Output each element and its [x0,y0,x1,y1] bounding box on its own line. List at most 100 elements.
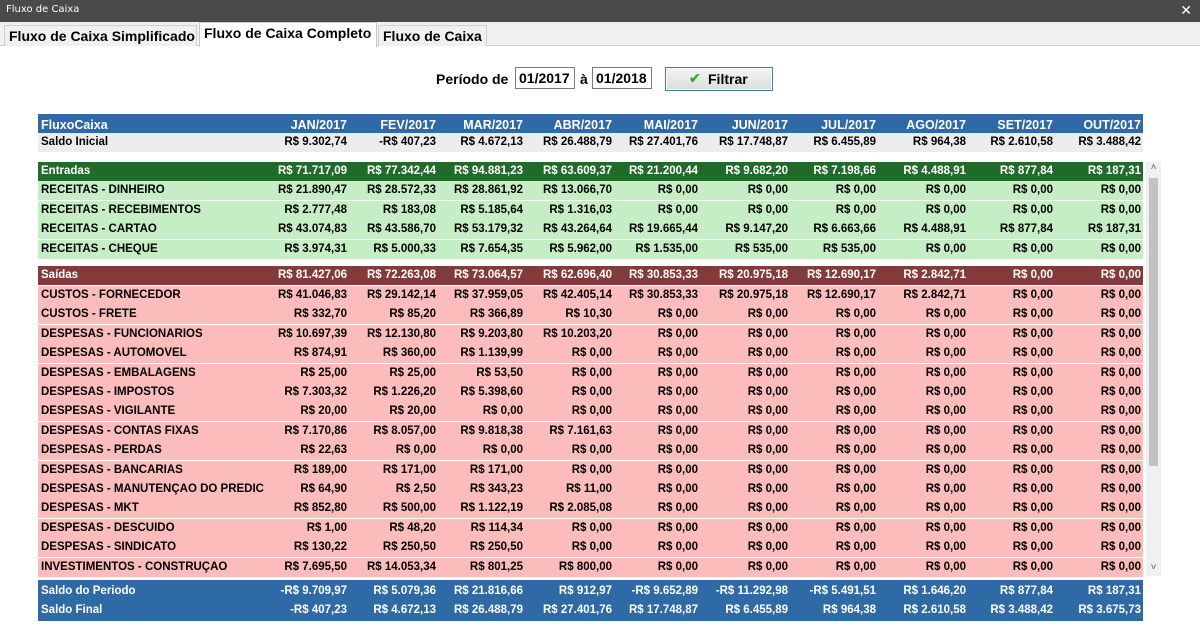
close-icon[interactable]: ✕ [1180,2,1192,19]
row-despesas-funcionarios[interactable]: DESPESAS - FUNCIONARIOS R$ 10.697,39 R$ 12… [38,324,1143,344]
cell-value: R$ 6.455,89 [813,136,876,148]
between-label: à [580,71,588,87]
row-despesas-bancarias[interactable]: DESPESAS - BANCARIAS R$ 189,00 R$ 171,00 R$… [38,460,1143,480]
row-label: DESPESAS - PERDAS [41,444,162,457]
cell-value: R$ 0,00 [1100,242,1141,255]
date-from-input[interactable] [515,67,575,89]
cell-value: R$ 10.203,20 [542,327,612,340]
cell-value: -R$ 407,23 [290,604,347,616]
cell-value: R$ 0,00 [747,386,788,398]
cell-value: R$ 81.427,06 [277,269,347,281]
cell-value: -R$ 9.709,97 [280,585,348,597]
cell-value: R$ 77.342,44 [366,165,436,177]
cell-value: R$ 0,00 [1100,541,1141,554]
row-saldo-final[interactable]: Saldo Final -R$ 407,23 R$ 4.672,13 R$ 26.48… [38,601,1143,620]
grid-scrollbar[interactable]: ˄ ˅ [1146,162,1161,576]
cell-value: R$ 0,00 [925,184,966,196]
row-despesas-automovel[interactable]: DESPESAS - AUTOMÓVEL R$ 874,91 R$ 360,00 R$… [38,344,1143,364]
row-despesas-vigilante[interactable]: DESPESAS - VIGILANTE R$ 20,00 R$ 20,00 R$ 0… [38,402,1143,422]
cell-value: FEV/2017 [380,118,436,132]
row-receitas-cartao[interactable]: RECEITAS - CARTAO R$ 43.074,83 R$ 43.586,7… [38,220,1143,240]
cell-value: SET/2017 [997,118,1053,132]
row-despesas-embalagens[interactable]: DESPESAS - EMBALAGENS R$ 25,00 R$ 25,00 R$ … [38,363,1143,383]
window-title: Fluxo de Caixa [6,4,80,15]
window-titlebar: Fluxo de Caixa ✕ [0,0,1200,22]
cell-value: R$ 0,00 [1012,347,1053,360]
cell-value: R$ 0,00 [1100,386,1141,398]
row-investimentos-construcao[interactable]: INVESTIMENTOS - CONSTRUÇÃO R$ 7.695,50 R$ … [38,557,1143,577]
cell-value: R$ 25,00 [389,366,436,379]
row-label: Saldo Final [41,604,103,616]
scroll-down-icon[interactable]: ˅ [1148,562,1159,576]
group-row-entradas[interactable]: Entradas R$ 71.717,09 R$ 77.342,44 R$ 94.88… [38,162,1143,181]
cell-value: R$ 877,84 [999,223,1053,236]
period-filter: Período de à ✔ Filtrar [0,66,1200,92]
tab-fluxo-caixa[interactable]: Fluxo de Caixa [378,25,487,46]
cell-value: R$ 0,00 [1100,502,1141,515]
cell-value: R$ 12.130,80 [366,327,436,340]
cell-value: R$ 0,00 [1100,269,1141,281]
cell-value: R$ 0,00 [835,347,876,360]
cell-value: R$ 0,00 [657,203,698,216]
cell-value: ABR/2017 [553,118,612,132]
cell-value: R$ 0,00 [571,386,612,398]
cell-value: R$ 4.672,13 [460,136,523,148]
cell-value: R$ 0,00 [1012,242,1053,255]
row-despesas-impostos[interactable]: DESPESAS - IMPOSTOS R$ 7.303,32 R$ 1.226,2… [38,383,1143,402]
row-receitas-recebimentos[interactable]: RECEITAS - RECEBIMENTOS R$ 2.777,48 R$ 183… [38,200,1143,220]
cell-value: R$ 3.488,42 [990,604,1053,616]
row-label: RECEITAS - RECEBIMENTOS [41,203,201,216]
date-to-input[interactable] [592,67,652,89]
cell-value: R$ 0,00 [657,541,698,554]
cell-value: R$ 21.200,44 [628,165,698,177]
cell-value: R$ 1.139,99 [460,347,523,360]
cell-value: R$ 0,00 [1100,327,1141,340]
scroll-thumb[interactable] [1149,178,1158,466]
cell-value: R$ 964,38 [912,136,966,148]
cell-value: R$ 3.675,73 [1078,604,1141,616]
cell-value: R$ 0,00 [747,366,788,379]
row-despesas-descuido[interactable]: DESPESAS - DESCUIDO R$ 1,00 R$ 48,20 R$ 114… [38,518,1143,538]
cell-value: R$ 964,38 [822,604,876,616]
scroll-up-icon[interactable]: ˄ [1148,162,1159,176]
tab-fluxo-completo[interactable]: Fluxo de Caixa Completo [199,22,377,47]
grid-header-row[interactable]: FluxoCaixa JAN/2017 FEV/2017 MAR/2017 ABR/20… [38,114,1143,133]
row-custos-fornecedor[interactable]: CUSTOS - FORNECEDOR R$ 41.046,83 R$ 29.142… [38,286,1143,305]
cell-value: R$ 0,00 [657,386,698,398]
cell-value: R$ 0,00 [925,444,966,457]
row-receitas-dinheiro[interactable]: RECEITAS - DINHEIRO R$ 21.890,47 R$ 28.572… [38,181,1143,200]
cell-value: R$ 0,00 [925,242,966,255]
cell-value: R$ 0,00 [925,424,966,437]
row-receitas-cheque[interactable]: RECEITAS - CHEQUE R$ 3.974,31 R$ 5.000,33 R… [38,239,1143,259]
row-despesas-sindicato[interactable]: DESPESAS - SINDICATO R$ 130,22 R$ 250,50 R$… [38,538,1143,558]
cell-value: R$ 0,00 [1012,444,1053,457]
row-saldo-inicial[interactable]: Saldo Inicial R$ 9.302,74 -R$ 407,23 R$ 4.6… [38,133,1143,152]
cell-value: R$ 0,00 [835,521,876,534]
tab-fluxo-simplificado[interactable]: Fluxo de Caixa Simplificado [4,25,197,46]
cell-value: R$ 9.818,38 [460,424,523,437]
cell-value: R$ 72.263,08 [366,269,436,281]
cell-value: R$ 0,00 [835,483,876,495]
row-despesas-contas-fixas[interactable]: DESPESAS - CONTAS FIXAS R$ 7.170,86 R$ 8.0… [38,421,1143,441]
cell-value: R$ 877,84 [999,165,1053,177]
group-row-saidas[interactable]: Saídas R$ 81.427,06 R$ 72.263,08 R$ 73.064,… [38,266,1143,285]
cell-value: R$ 0,00 [1100,184,1141,196]
cell-value: R$ 28.572,33 [366,184,436,196]
cell-value: R$ 7.170,86 [284,424,347,437]
cell-value: R$ 1.316,03 [549,203,612,216]
row-despesas-manutencao-do-predic[interactable]: DESPESAS - MANUTENÇÃO DO PRÉDIC R$ 64,90 R… [38,480,1143,499]
row-saldo-periodo[interactable]: Saldo do Periodo -R$ 9.709,97 R$ 5.079,36 R… [38,582,1143,601]
cell-value: R$ 0,00 [925,483,966,495]
filter-button[interactable]: ✔ Filtrar [665,67,773,91]
cell-value: R$ 17.748,87 [718,136,788,148]
row-custos-frete[interactable]: CUSTOS - FRETE R$ 332,70 R$ 85,20 R$ 366,89… [38,305,1143,325]
row-label: DESPESAS - MANUTENÇÃO DO PRÉDIC [41,483,264,495]
cell-value: R$ 73.064,57 [453,269,523,281]
row-despesas-mkt[interactable]: DESPESAS - MKT R$ 852,80 R$ 500,00 R$ 1.122… [38,499,1143,519]
cell-value: R$ 0,00 [925,308,966,321]
cell-value: R$ 0,00 [925,203,966,216]
cell-value: R$ 2.610,58 [990,136,1053,148]
cell-value: R$ 0,00 [747,483,788,495]
cell-value: R$ 114,34 [470,521,523,534]
row-despesas-perdas[interactable]: DESPESAS - PERDAS R$ 22,63 R$ 0,00 R$ 0,00 R… [38,441,1143,461]
